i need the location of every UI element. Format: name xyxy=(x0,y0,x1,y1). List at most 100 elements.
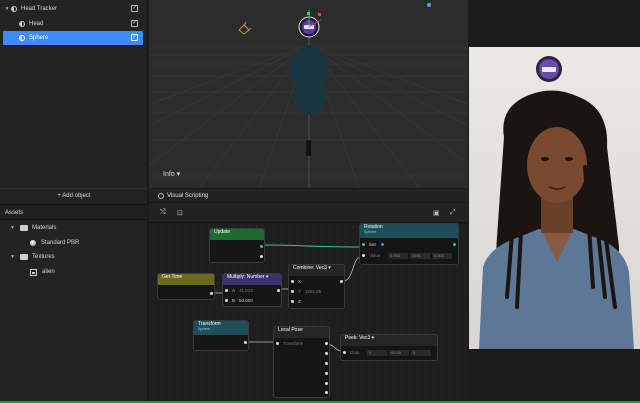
node-subtitle: Sphere xyxy=(364,230,377,234)
info-icon[interactable] xyxy=(381,243,384,246)
transform-node[interactable]: Transform Sphere xyxy=(193,320,249,351)
value-z-field: 0.000 xyxy=(432,253,452,259)
chevron-down-icon[interactable]: ▼ xyxy=(10,254,20,260)
input-label: Data xyxy=(350,350,360,355)
data-in-port[interactable] xyxy=(276,342,279,345)
camera-preview xyxy=(469,47,640,349)
data-in-port[interactable] xyxy=(291,280,294,283)
value-label: Value xyxy=(369,253,381,258)
tree-item-sphere[interactable]: Sphere ✓ xyxy=(3,31,143,45)
data-out-port[interactable] xyxy=(260,255,263,258)
auto-layout-icon[interactable]: ⤭ xyxy=(160,209,166,217)
object-icon xyxy=(19,35,25,41)
node-graph-canvas[interactable]: Update Get Time Multiply: Number ▾ A 31.… xyxy=(149,222,468,403)
data-in-port[interactable] xyxy=(291,300,294,303)
input-label: B xyxy=(232,298,236,303)
node-header: Update xyxy=(210,229,264,240)
asset-label: alien xyxy=(42,269,55,275)
data-in-port[interactable] xyxy=(225,299,228,302)
visibility-checkbox[interactable]: ✓ xyxy=(131,20,138,27)
value-x-field: 0 xyxy=(367,350,387,356)
tree-item-head[interactable]: Head ✓ xyxy=(3,17,143,31)
node-title: Local Pose xyxy=(278,327,303,333)
folder-icon xyxy=(20,225,28,231)
update-node[interactable]: Update xyxy=(209,228,265,263)
get-time-node[interactable]: Get Time xyxy=(157,273,215,300)
data-out-port[interactable] xyxy=(325,352,328,355)
visual-scripting-header: Visual Scripting xyxy=(149,189,468,203)
input-label: X xyxy=(298,279,302,284)
tree-item-head-tracker[interactable]: ▼ Head Tracker ✓ xyxy=(3,2,143,16)
data-out-port[interactable] xyxy=(325,382,328,385)
value-y-field: 90.00 xyxy=(389,350,409,356)
chevron-down-icon[interactable]: ▼ xyxy=(10,225,20,231)
tree-item-label: Head Tracker xyxy=(21,6,58,12)
data-in-port[interactable] xyxy=(362,254,365,257)
data-out-port[interactable] xyxy=(325,391,328,394)
texture-icon xyxy=(30,268,37,276)
asset-item-standard-pbr[interactable]: Standard PBR xyxy=(0,236,148,250)
data-out-port[interactable] xyxy=(277,289,280,292)
exec-out-port[interactable] xyxy=(453,243,456,246)
value-x-field: 0.000 xyxy=(388,253,408,259)
preview-top-bar xyxy=(469,0,640,47)
asset-item-alien[interactable]: alien xyxy=(0,265,148,279)
input-value[interactable]: 50.000 xyxy=(239,298,253,303)
input-label: A xyxy=(232,288,236,293)
data-out-port[interactable] xyxy=(244,341,247,344)
frame-icon[interactable]: ⊡ xyxy=(177,209,183,217)
visibility-checkbox[interactable]: ✓ xyxy=(131,5,138,12)
camera-icon[interactable] xyxy=(237,20,253,36)
object-icon xyxy=(11,6,17,12)
peek-vec3-node[interactable]: Peek: Vec3 ▾ Data 0 90.00 0 xyxy=(340,334,438,361)
asset-label: Standard PBR xyxy=(41,240,80,246)
sphere-gizmo[interactable] xyxy=(149,0,468,188)
local-pose-node[interactable]: Local Pose Transform xyxy=(273,326,330,398)
exec-out-port[interactable] xyxy=(260,245,263,248)
visibility-checkbox[interactable]: ✓ xyxy=(131,34,138,41)
info-dropdown[interactable]: Info ▾ xyxy=(163,170,180,178)
data-in-port[interactable] xyxy=(343,351,346,354)
node-header: Combine: Vec3 ▾ xyxy=(289,265,344,276)
value-z-field: 0 xyxy=(411,350,431,356)
input-label: Y xyxy=(298,289,302,294)
node-header: Transform Sphere xyxy=(194,321,248,335)
object-icon xyxy=(19,21,25,27)
node-header: Multiply: Number ▾ xyxy=(223,274,281,285)
chevron-down-icon[interactable]: ▼ xyxy=(3,6,11,12)
app-window: ▼ Head Tracker ✓ Head ✓ Sphere ✓ + Add o… xyxy=(0,0,640,403)
preview-bottom-bar xyxy=(469,349,640,403)
data-out-port[interactable] xyxy=(325,372,328,375)
exec-in-port[interactable] xyxy=(362,243,365,246)
data-out-port[interactable] xyxy=(325,342,328,345)
visual-scripting-panel: Visual Scripting ⤭ ⊡ ▣ ⤢ Update Get Time… xyxy=(149,189,468,403)
asset-folder-materials[interactable]: ▼ Materials xyxy=(0,221,148,235)
rotation-node[interactable]: Rotation Sphere Set Value 0.000 1591 0.0… xyxy=(359,223,459,265)
tree-item-label: Head xyxy=(29,21,44,27)
node-title: Combine: Vec3 ▾ xyxy=(293,265,331,271)
material-icon xyxy=(30,240,36,246)
data-in-port[interactable] xyxy=(291,290,294,293)
value-y-field: 1591 xyxy=(410,253,430,259)
tree-item-label: Sphere xyxy=(29,35,49,41)
image-icon[interactable]: ▣ xyxy=(433,209,440,217)
add-object-button[interactable]: + Add object xyxy=(0,188,148,202)
visual-scripting-title: Visual Scripting xyxy=(167,193,209,199)
expand-icon[interactable]: ⤢ xyxy=(450,209,456,217)
asset-folder-textures[interactable]: ▼ Textures xyxy=(0,250,148,264)
data-out-port[interactable] xyxy=(325,362,328,365)
multiply-node[interactable]: Multiply: Number ▾ A 31.833 B 50.000 xyxy=(222,273,282,307)
assets-title: Assets xyxy=(0,204,148,220)
scene-viewport[interactable]: Info ▾ xyxy=(149,0,468,188)
combine-vec3-node[interactable]: Combine: Vec3 ▾ X Y 1591.65 Z xyxy=(288,264,345,309)
data-out-port[interactable] xyxy=(210,292,213,295)
node-title: Peek: Vec3 ▾ xyxy=(345,335,375,341)
node-title: Get Time xyxy=(162,274,183,280)
input-value: 31.833 xyxy=(239,288,253,293)
node-header: Peek: Vec3 ▾ xyxy=(341,335,437,346)
data-in-port[interactable] xyxy=(225,289,228,292)
node-header: Local Pose xyxy=(274,327,329,338)
asset-label: Textures xyxy=(32,254,55,260)
data-out-port[interactable] xyxy=(340,280,343,283)
left-panel: ▼ Head Tracker ✓ Head ✓ Sphere ✓ + Add o… xyxy=(0,0,148,403)
